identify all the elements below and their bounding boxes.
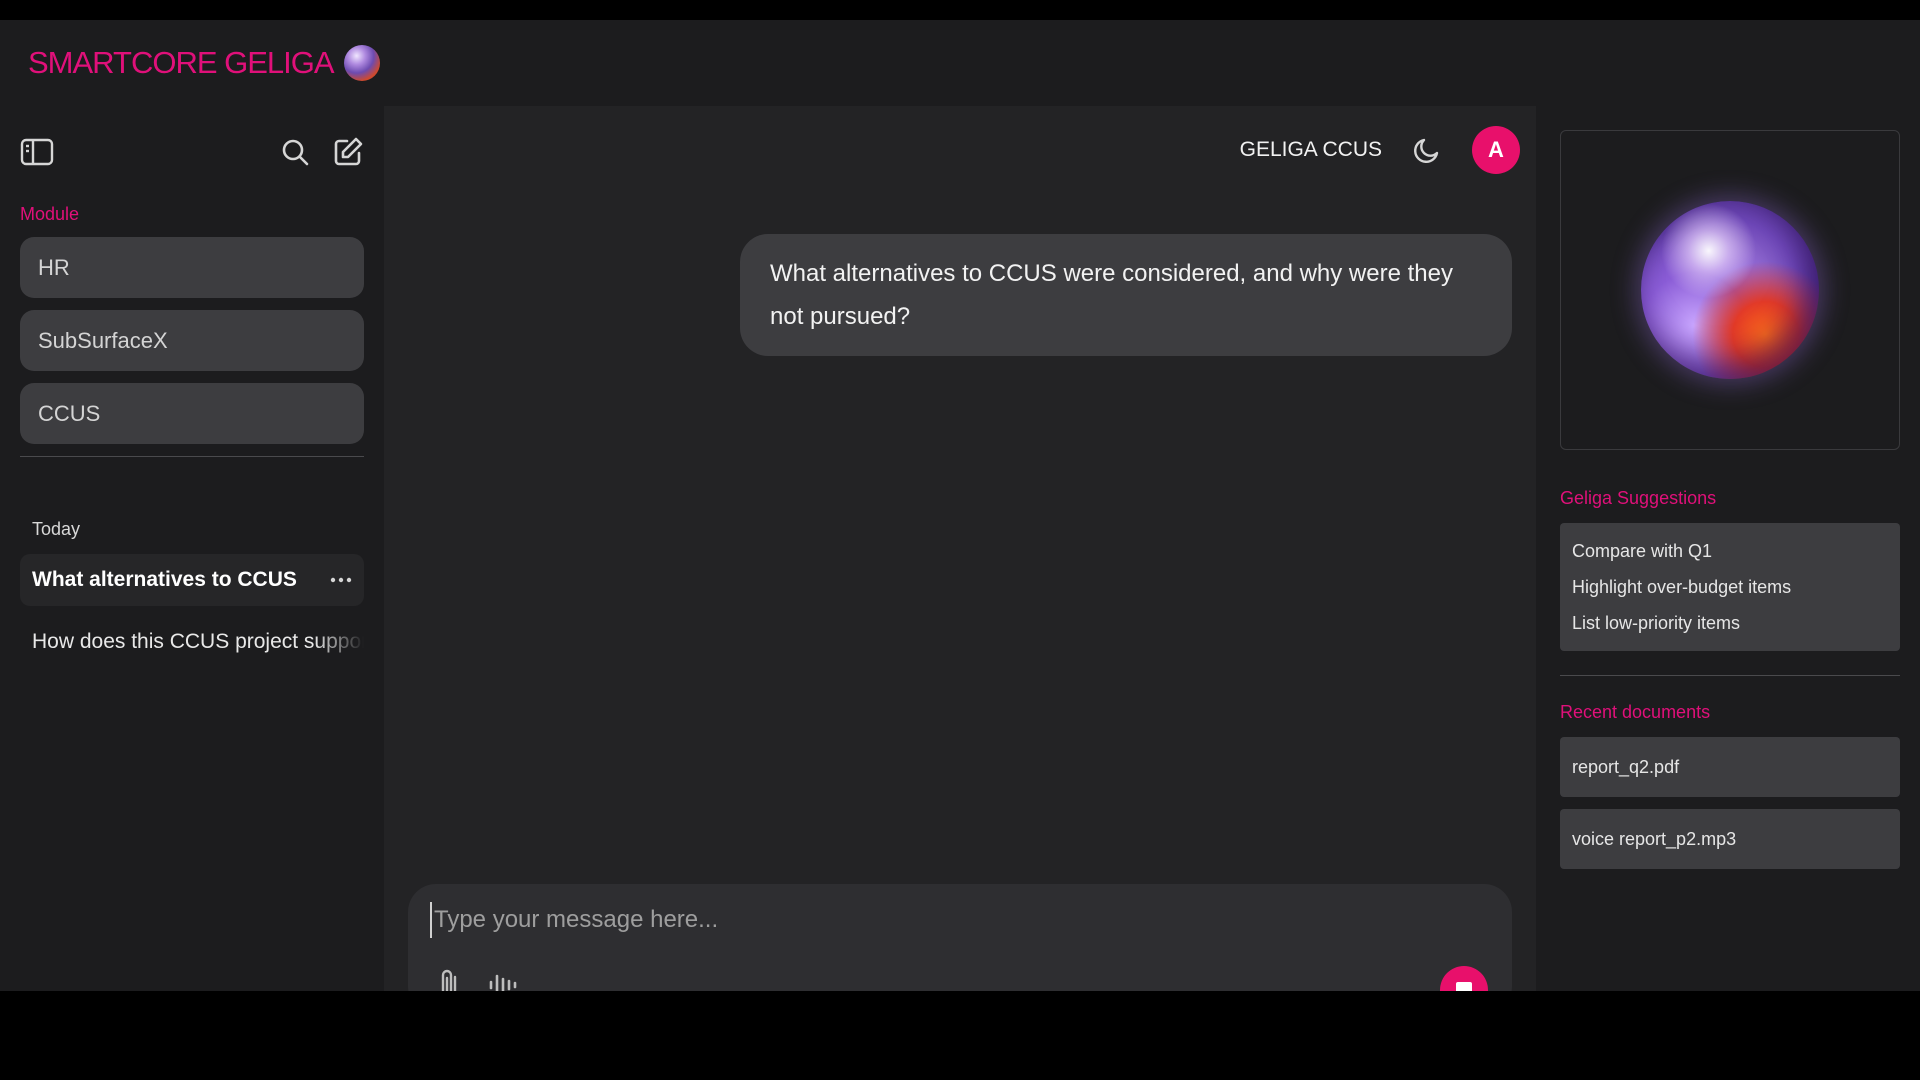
suggestions-label: Geliga Suggestions bbox=[1560, 488, 1717, 508]
app-window: SMARTCORE GELIGA Module HR SubSurfaceX C… bbox=[0, 20, 1920, 991]
sidebar-toggle-icon[interactable] bbox=[20, 137, 54, 167]
active-module-title: GELIGA CCUS bbox=[1239, 138, 1382, 161]
moon-icon[interactable] bbox=[1412, 135, 1442, 165]
module-item-hr[interactable]: HR bbox=[20, 237, 364, 298]
right-panel: Geliga Suggestions Compare with Q1 Highl… bbox=[1536, 106, 1920, 991]
module-item-label: HR bbox=[38, 254, 70, 280]
sidebar-divider bbox=[20, 456, 364, 457]
user-message-bubble: What alternatives to CCUS were considere… bbox=[740, 234, 1512, 356]
chat-header: GELIGA CCUS A bbox=[1240, 126, 1520, 174]
module-item-ccus[interactable]: CCUS bbox=[20, 383, 364, 444]
message-composer bbox=[408, 884, 1512, 991]
chat-area: GELIGA CCUS A What alternatives to CCUS … bbox=[384, 106, 1536, 991]
document-name: report_q2.pdf bbox=[1572, 756, 1680, 777]
suggestion-item[interactable]: List low-priority items bbox=[1572, 605, 1888, 641]
module-item-label: CCUS bbox=[38, 400, 101, 426]
composer-tools bbox=[436, 968, 518, 991]
new-chat-edit-icon[interactable] bbox=[332, 136, 364, 168]
suggestion-item[interactable]: Highlight over-budget items bbox=[1572, 569, 1888, 605]
suggestion-item[interactable]: Compare with Q1 bbox=[1572, 533, 1888, 569]
brand-name: SMARTCORE GELIGA bbox=[28, 45, 335, 81]
history-item-label: What alternatives to CCUS bbox=[32, 568, 297, 591]
recent-documents-label: Recent documents bbox=[1560, 702, 1711, 722]
message-text: What alternatives to CCUS were considere… bbox=[770, 260, 1453, 330]
sidebar-toolbar bbox=[20, 106, 364, 198]
document-name: voice report_p2.mp3 bbox=[1572, 828, 1737, 849]
sidebar: Module HR SubSurfaceX CCUS Today What al… bbox=[0, 106, 384, 991]
paperclip-icon[interactable] bbox=[436, 968, 462, 991]
document-item[interactable]: report_q2.pdf bbox=[1560, 737, 1900, 797]
history-item[interactable]: How does this CCUS project support bbox=[20, 616, 364, 668]
document-item[interactable]: voice report_p2.mp3 bbox=[1560, 809, 1900, 869]
module-item-label: SubSurfaceX bbox=[38, 327, 168, 353]
brand-orb-icon bbox=[343, 45, 380, 81]
user-avatar[interactable]: A bbox=[1472, 126, 1520, 174]
brand-logo[interactable]: SMARTCORE GELIGA bbox=[28, 45, 380, 81]
assistant-orb-card bbox=[1560, 130, 1900, 450]
sidebar-actions bbox=[280, 136, 364, 168]
right-panel-divider bbox=[1560, 675, 1900, 676]
assistant-orb-icon bbox=[1641, 201, 1819, 379]
brand-name-part2: GELIGA bbox=[224, 45, 334, 80]
history-item-label: How does this CCUS project support bbox=[32, 630, 364, 653]
stop-icon bbox=[1456, 982, 1472, 991]
audio-wave-icon[interactable] bbox=[488, 972, 518, 991]
brand-name-part1: SMARTCORE bbox=[28, 45, 218, 80]
suggestions-list: Compare with Q1 Highlight over-budget it… bbox=[1560, 523, 1900, 651]
search-icon[interactable] bbox=[280, 137, 310, 167]
more-horizontal-icon[interactable] bbox=[330, 577, 352, 583]
stop-button[interactable] bbox=[1440, 966, 1488, 991]
top-bar: SMARTCORE GELIGA bbox=[0, 20, 1920, 106]
module-item-subsurfacex[interactable]: SubSurfaceX bbox=[20, 310, 364, 371]
history-item-active[interactable]: What alternatives to CCUS bbox=[20, 554, 364, 606]
message-input[interactable] bbox=[430, 902, 1430, 938]
module-section-label: Module bbox=[20, 204, 80, 224]
history-group-today: Today bbox=[32, 519, 81, 539]
